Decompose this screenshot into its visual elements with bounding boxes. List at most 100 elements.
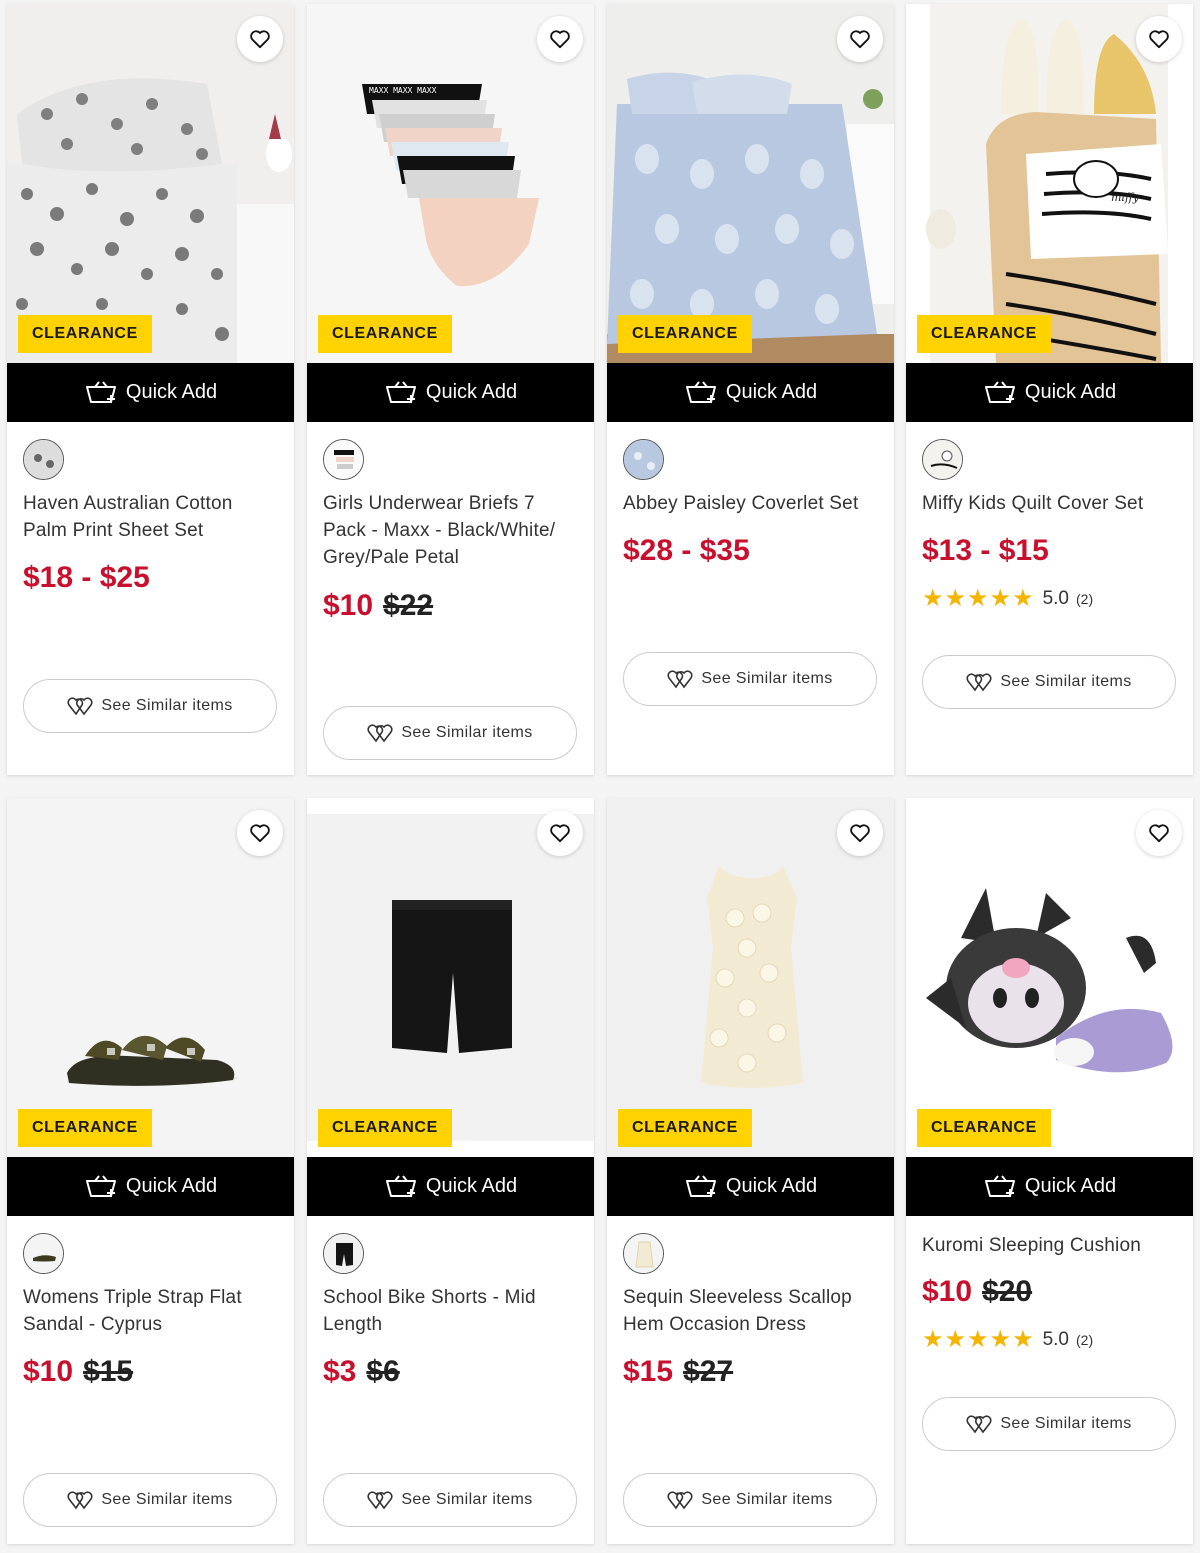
favorite-button[interactable] (1136, 810, 1182, 856)
product-title[interactable]: Girls Underwear Briefs 7 Pack - Maxx - B… (323, 490, 581, 571)
basket-plus-icon (685, 1174, 716, 1197)
quick-add-label: Quick Add (1024, 1175, 1117, 1197)
was-price: $6 (366, 1355, 400, 1388)
sale-price: $3 (323, 1355, 357, 1388)
favorite-button[interactable] (1136, 16, 1182, 62)
was-price: $15 (83, 1355, 134, 1388)
see-similar-button[interactable]: See Similar items (23, 679, 277, 733)
heart-outline-icon (250, 824, 270, 843)
color-swatch[interactable] (323, 1233, 364, 1274)
product-image[interactable]: CLEARANCE (307, 798, 594, 1157)
quick-add-label: Quick Add (125, 1175, 218, 1197)
hearts-icon (67, 697, 93, 716)
product-image[interactable]: MAXX MAXX MAXX CLEARANCE (307, 4, 594, 363)
was-price: $27 (683, 1355, 734, 1388)
product-price: $3 $6 (323, 1355, 400, 1389)
star-icon: ★★★★★ (922, 1326, 1035, 1353)
heart-outline-icon (850, 824, 870, 843)
quick-add-button[interactable]: Quick Add (7, 363, 294, 422)
see-similar-label: See Similar items (701, 670, 833, 687)
product-image[interactable]: miffy CLEARANCE (906, 4, 1193, 363)
miffy-print: miffy (1111, 191, 1140, 204)
favorite-button[interactable] (537, 810, 583, 856)
product-price: $28 - $35 (623, 534, 750, 568)
basket-plus-icon (385, 1174, 416, 1197)
see-similar-button[interactable]: See Similar items (922, 1397, 1176, 1451)
see-similar-button[interactable]: See Similar items (323, 706, 577, 760)
see-similar-button[interactable]: See Similar items (623, 1473, 877, 1527)
see-similar-label: See Similar items (101, 1491, 233, 1508)
see-similar-button[interactable]: See Similar items (323, 1473, 577, 1527)
see-similar-label: See Similar items (401, 1491, 533, 1508)
quick-add-label: Quick Add (725, 381, 818, 403)
see-similar-button[interactable]: See Similar items (623, 652, 877, 706)
star-icon: ★★★★★ (922, 585, 1035, 612)
hearts-icon (367, 1491, 393, 1510)
see-similar-label: See Similar items (401, 724, 533, 741)
color-swatch[interactable] (623, 439, 664, 480)
sale-price: $18 - $25 (23, 561, 150, 594)
see-similar-label: See Similar items (1000, 1415, 1132, 1432)
heart-outline-icon (1149, 824, 1169, 843)
sale-price: $10 (323, 589, 374, 622)
hearts-icon (67, 1491, 93, 1510)
product-image[interactable]: CLEARANCE (7, 798, 294, 1157)
product-image[interactable]: CLEARANCE (607, 4, 894, 363)
product-title[interactable]: Miffy Kids Quilt Cover Set (922, 490, 1180, 517)
quick-add-button[interactable]: Quick Add (906, 363, 1193, 422)
quick-add-button[interactable]: Quick Add (307, 1157, 594, 1216)
color-swatch[interactable] (323, 439, 364, 480)
see-similar-label: See Similar items (101, 697, 233, 714)
see-similar-button[interactable]: See Similar items (23, 1473, 277, 1527)
product-title[interactable]: School Bike Shorts - Mid Length (323, 1284, 581, 1338)
product-card[interactable]: miffy CLEARANCE Quick Add Miffy Kids Qui… (906, 4, 1193, 775)
color-swatch[interactable] (623, 1233, 664, 1274)
rating-count[interactable]: (2) (1076, 591, 1093, 607)
clearance-badge: CLEARANCE (917, 315, 1051, 353)
product-card[interactable]: CLEARANCE Quick Add Kuromi Sleeping Cush… (906, 798, 1193, 1544)
product-image[interactable]: CLEARANCE (7, 4, 294, 363)
rating-count[interactable]: (2) (1076, 1332, 1093, 1348)
color-swatch[interactable] (922, 439, 963, 480)
product-title[interactable]: Kuromi Sleeping Cushion (922, 1232, 1180, 1259)
product-title[interactable]: Abbey Paisley Coverlet Set (623, 490, 881, 517)
favorite-button[interactable] (837, 16, 883, 62)
quick-add-button[interactable]: Quick Add (7, 1157, 294, 1216)
color-swatch[interactable] (23, 439, 64, 480)
see-similar-label: See Similar items (701, 1491, 833, 1508)
hearts-icon (966, 673, 992, 692)
was-price: $20 (982, 1275, 1033, 1308)
product-title[interactable]: Sequin Sleeveless Scallop Hem Occasion D… (623, 1284, 881, 1338)
see-similar-button[interactable]: See Similar items (922, 655, 1176, 709)
clearance-badge: CLEARANCE (618, 315, 752, 353)
favorite-button[interactable] (237, 16, 283, 62)
product-image[interactable]: CLEARANCE (607, 798, 894, 1157)
quick-add-button[interactable]: Quick Add (607, 363, 894, 422)
quick-add-button[interactable]: Quick Add (607, 1157, 894, 1216)
product-title[interactable]: Womens Triple Strap Flat Sandal - Cyprus (23, 1284, 281, 1338)
color-swatch[interactable] (23, 1233, 64, 1274)
hearts-icon (367, 724, 393, 743)
favorite-button[interactable] (237, 810, 283, 856)
product-card[interactable]: CLEARANCE Quick Add Abbey Paisley Coverl… (607, 4, 894, 775)
favorite-button[interactable] (537, 16, 583, 62)
was-price: $22 (383, 589, 434, 622)
clearance-badge: CLEARANCE (318, 1109, 452, 1147)
product-card[interactable]: MAXX MAXX MAXX CLEARANCE Quick Add Girls… (307, 4, 594, 775)
quick-add-label: Quick Add (425, 1175, 518, 1197)
product-card[interactable]: CLEARANCE Quick Add School Bike Shorts -… (307, 798, 594, 1544)
heart-outline-icon (250, 30, 270, 49)
sale-price: $13 - $15 (922, 534, 1049, 567)
product-title[interactable]: Haven Australian Cotton Palm Print Sheet… (23, 490, 281, 544)
quick-add-button[interactable]: Quick Add (906, 1157, 1193, 1216)
product-image[interactable]: CLEARANCE (906, 798, 1193, 1157)
basket-plus-icon (85, 380, 116, 403)
product-card[interactable]: CLEARANCE Quick Add Womens Triple Strap … (7, 798, 294, 1544)
clearance-badge: CLEARANCE (917, 1109, 1051, 1147)
product-price: $10 $15 (23, 1355, 133, 1389)
product-card[interactable]: CLEARANCE Quick Add Sequin Sleeveless Sc… (607, 798, 894, 1544)
rating-value: 5.0 (1042, 587, 1069, 609)
favorite-button[interactable] (837, 810, 883, 856)
product-card[interactable]: CLEARANCE Quick Add Haven Australian Cot… (7, 4, 294, 775)
quick-add-button[interactable]: Quick Add (307, 363, 594, 422)
